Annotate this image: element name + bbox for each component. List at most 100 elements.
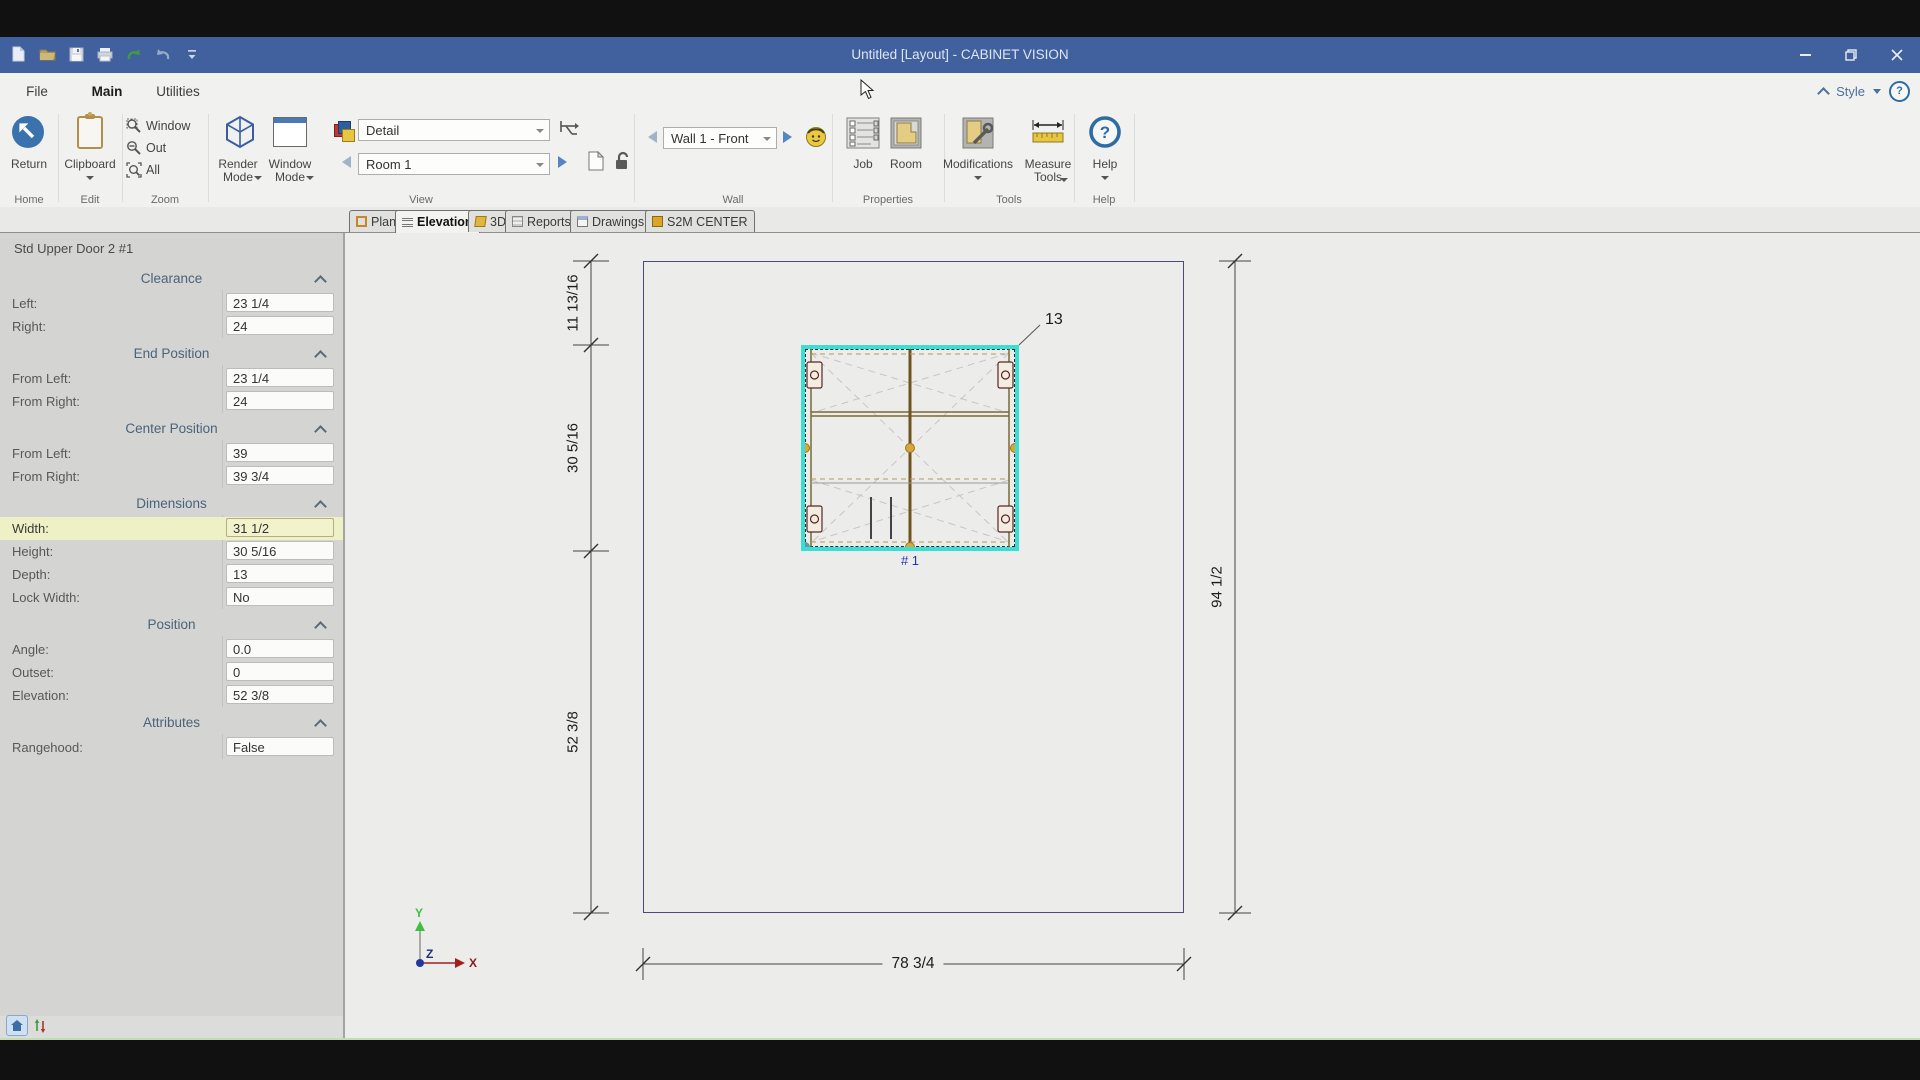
tab-elevation[interactable]: Elevation [395, 210, 480, 233]
room-button[interactable] [888, 115, 924, 156]
restore-button[interactable] [1828, 37, 1874, 73]
cabinet-drawing[interactable] [801, 345, 1019, 551]
zoom-all-button[interactable]: All [126, 160, 160, 180]
field-input[interactable]: 23 1/4 [226, 368, 334, 387]
lock-open-icon[interactable] [614, 151, 631, 176]
modifications-button[interactable] [960, 115, 996, 156]
close-button[interactable] [1874, 37, 1920, 73]
collapse-ribbon-icon[interactable] [1817, 87, 1830, 100]
room-next-icon[interactable] [558, 156, 567, 168]
field-input[interactable]: 13 [226, 564, 334, 583]
window-mode-dropdown-icon[interactable] [306, 176, 314, 180]
cabinet-number-label: # 1 [901, 553, 919, 568]
help-icon[interactable]: ? [1889, 81, 1910, 102]
clipboard-dropdown-icon[interactable] [86, 176, 94, 180]
tab-reports[interactable]: Reports [505, 210, 578, 232]
field-input[interactable]: 52 3/8 [226, 685, 334, 704]
room-label[interactable]: Room [886, 158, 926, 171]
help-button[interactable]: ? [1088, 115, 1122, 154]
section-position-header[interactable]: Position [0, 612, 343, 638]
field-input[interactable]: No [226, 587, 334, 606]
window-mode-icon[interactable] [273, 117, 307, 147]
group-wall: Wall [634, 194, 832, 206]
tab-drawings[interactable]: Drawings [570, 210, 651, 232]
return-button[interactable] [11, 115, 45, 154]
dimension-overlay [345, 233, 1920, 1038]
job-button[interactable] [845, 115, 881, 156]
window-mode-label[interactable]: Window Mode [262, 158, 318, 184]
field-input-width[interactable]: 31 1/2 [226, 518, 334, 537]
menu-utilities[interactable]: Utilities [148, 73, 208, 110]
help-dropdown-icon[interactable] [1101, 176, 1109, 180]
3d-tab-icon [474, 216, 487, 227]
field-label: From Left: [12, 442, 71, 465]
measure-tools-dropdown-icon[interactable] [1060, 178, 1068, 182]
modifications-dropdown-icon[interactable] [974, 176, 982, 180]
job-label[interactable]: Job [843, 158, 883, 171]
zoom-window-button[interactable]: Window [126, 116, 190, 136]
render-mode-dropdown-icon[interactable] [254, 176, 262, 180]
field-input[interactable]: 24 [226, 391, 334, 410]
field-input[interactable]: 30 5/16 [226, 541, 334, 560]
field-input[interactable]: 23 1/4 [226, 293, 334, 312]
room-combo[interactable]: Room 1 [358, 153, 550, 175]
smiley-icon[interactable] [805, 126, 827, 153]
field-label: Elevation: [12, 684, 69, 707]
s2m-tab-icon [652, 216, 663, 227]
modifications-icon [960, 115, 996, 151]
field-row: Lock Width: No [0, 586, 343, 609]
section-dimensions-header[interactable]: Dimensions [0, 491, 343, 517]
clipboard-icon[interactable] [77, 116, 103, 149]
dim-label-left-bottom: 52 3/8 [565, 711, 582, 753]
svg-text:?: ? [1100, 123, 1110, 142]
section-attributes-header[interactable]: Attributes [0, 710, 343, 736]
tab-3d-label: 3D [490, 215, 506, 229]
home-icon [10, 1019, 24, 1032]
wall-next-icon[interactable] [783, 131, 792, 143]
minimize-button[interactable] [1782, 37, 1828, 73]
room-combo-value: Room 1 [366, 157, 412, 172]
field-input[interactable]: 39 3/4 [226, 466, 334, 485]
section-clearance-header[interactable]: Clearance [0, 266, 343, 292]
field-input[interactable]: False [226, 737, 334, 756]
field-label: From Left: [12, 367, 71, 390]
field-row: From Left: 23 1/4 [0, 367, 343, 390]
field-input[interactable]: 39 [226, 443, 334, 462]
style-label[interactable]: Style [1836, 84, 1865, 99]
field-input[interactable]: 0.0 [226, 639, 334, 658]
field-label: Left: [12, 292, 37, 315]
section-end-position-header[interactable]: End Position [0, 341, 343, 367]
wall-combo[interactable]: Wall 1 - Front [663, 127, 777, 149]
collapse-chevron-icon [314, 350, 327, 363]
drawing-canvas[interactable]: 11 13/16 30 5/16 52 3/8 94 1/2 78 3/4 13… [345, 233, 1920, 1038]
room-prev-icon[interactable] [342, 156, 351, 168]
field-input[interactable]: 0 [226, 662, 334, 681]
reports-tab-icon [512, 216, 523, 227]
wall-prev-icon[interactable] [648, 131, 657, 143]
style-dropdown-icon[interactable] [1873, 89, 1881, 94]
clipboard-label[interactable]: Clipboard [58, 158, 122, 171]
detail-combo[interactable]: Detail [358, 119, 550, 141]
field-row: Outset: 0 [0, 661, 343, 684]
axes-toggle-button[interactable] [31, 1017, 49, 1035]
zoom-out-button[interactable]: Out [126, 138, 166, 158]
help-label[interactable]: Help [1085, 158, 1125, 171]
menu-main[interactable]: Main [84, 73, 130, 113]
modifications-label[interactable]: Modifications [933, 158, 1023, 171]
group-edit: Edit [58, 194, 122, 206]
axis-x-label: X [469, 956, 477, 970]
tab-s2m-label: S2M CENTER [667, 215, 748, 229]
measure-tools-button[interactable] [1030, 117, 1066, 154]
field-input[interactable]: 24 [226, 316, 334, 335]
tab-s2m-center[interactable]: S2M CENTER [645, 210, 755, 232]
render-mode-label[interactable]: Render Mode [210, 158, 266, 184]
section-center-position-header[interactable]: Center Position [0, 416, 343, 442]
home-view-button[interactable] [6, 1015, 28, 1036]
zoom-window-label: Window [146, 119, 190, 133]
wall-dimension-icon[interactable] [558, 118, 580, 145]
new-room-icon[interactable] [588, 151, 605, 176]
cabinet-detail [805, 349, 1015, 547]
render-mode-button[interactable] [222, 114, 258, 155]
measure-tools-label[interactable]: Measure Tools [1016, 158, 1080, 184]
menu-file[interactable]: File [16, 73, 58, 110]
